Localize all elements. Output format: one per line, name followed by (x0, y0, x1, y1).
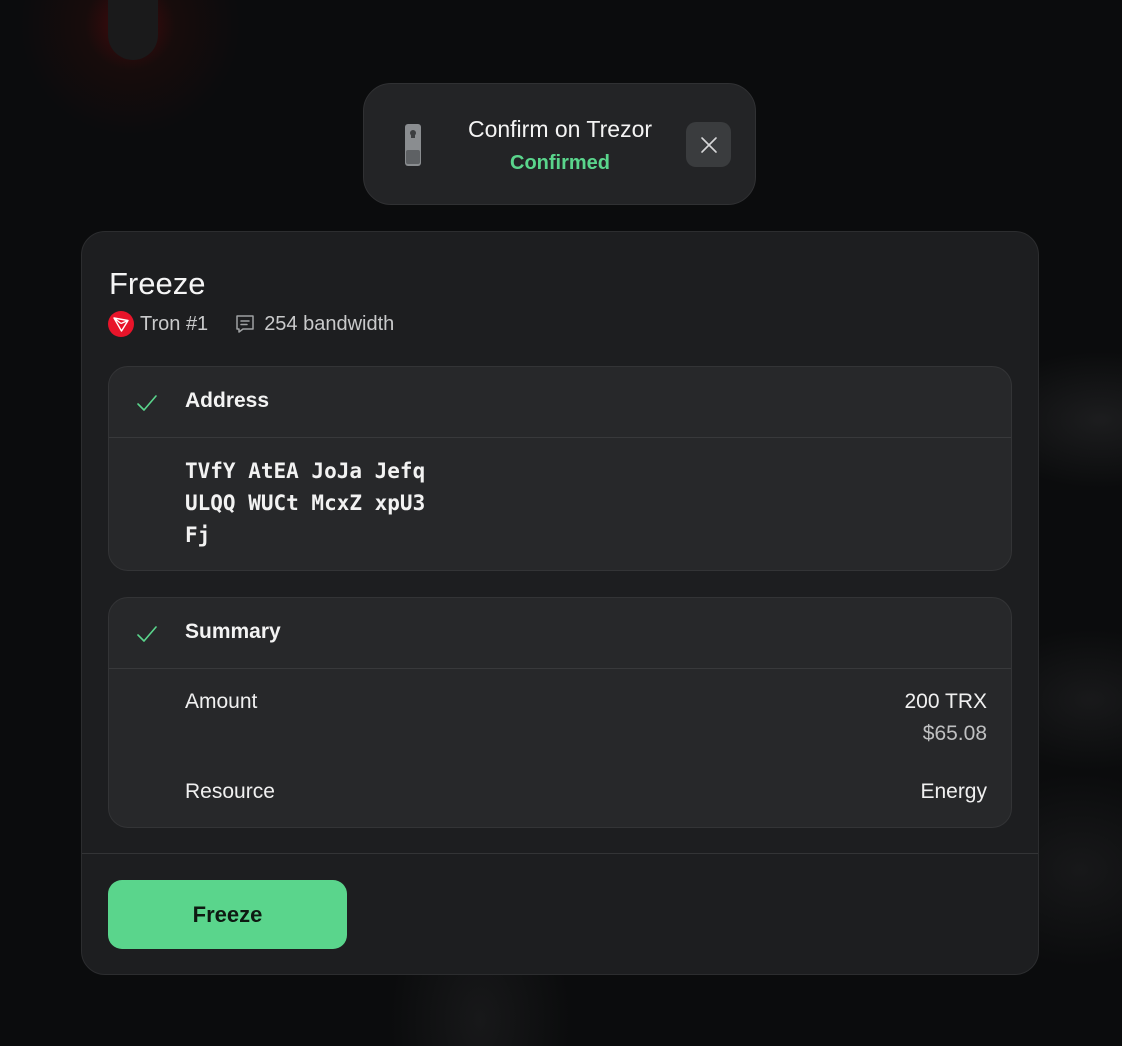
background-avatar-blur (108, 0, 158, 60)
summary-header[interactable]: Summary (109, 598, 1011, 669)
toast-status: Confirmed (510, 152, 610, 174)
summary-title: Summary (185, 620, 281, 643)
fee-amount: 254 bandwidth (264, 312, 395, 335)
page-title: Freeze (109, 266, 206, 301)
resource-label: Resource (185, 780, 275, 803)
account-name: Tron #1 (140, 312, 209, 335)
address-section: Address TVfY AtEA JoJa Jefq ULQQ WUCt Mc… (108, 366, 1012, 571)
trezor-device-icon (405, 124, 421, 166)
address-line: Fj (185, 523, 211, 547)
freeze-button[interactable]: Freeze (108, 880, 347, 949)
receipt-icon (236, 315, 254, 333)
summary-section: Summary Amount 200 TRX $65.08 Resource E… (108, 597, 1012, 828)
address-line: ULQQ WUCt McxZ xpU3 (185, 491, 426, 515)
confirm-toast: Confirm on Trezor Confirmed (363, 83, 756, 205)
toast-title: Confirm on Trezor (467, 116, 653, 142)
close-button[interactable] (686, 122, 731, 167)
freeze-card: Freeze Tron #1 254 bandwidth Address TVf… (81, 231, 1039, 975)
check-icon (137, 395, 157, 411)
check-icon (137, 626, 157, 642)
address-line: TVfY AtEA JoJa Jefq (185, 459, 426, 483)
address-title: Address (185, 389, 270, 412)
address-value: TVfY AtEA JoJa Jefq ULQQ WUCt McxZ xpU3 … (185, 455, 425, 551)
resource-value: Energy (920, 780, 987, 803)
tron-icon (108, 311, 134, 337)
amount-fiat-value: $65.08 (922, 722, 987, 745)
amount-value: 200 TRX (904, 690, 988, 713)
amount-label: Amount (185, 690, 258, 713)
footer-divider (82, 853, 1038, 854)
address-header[interactable]: Address (109, 367, 1011, 438)
card-meta: Tron #1 254 bandwidth (108, 311, 394, 337)
close-icon (700, 136, 717, 153)
